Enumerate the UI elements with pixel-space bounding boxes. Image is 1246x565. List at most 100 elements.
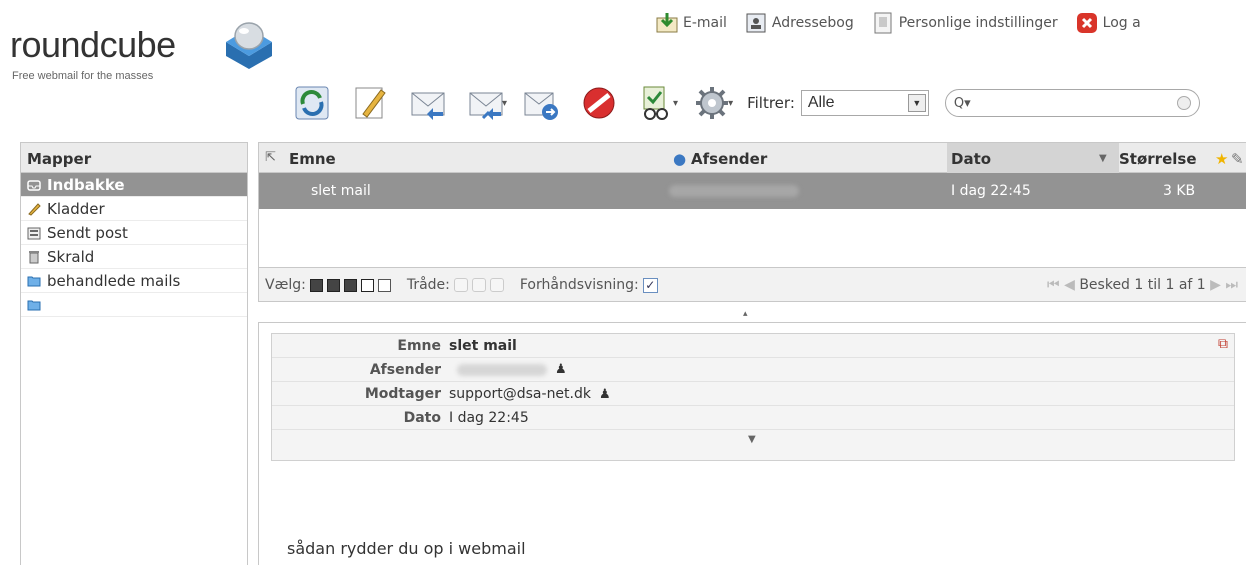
- refresh-icon: [295, 86, 329, 120]
- add-contact-icon[interactable]: ♟: [599, 387, 611, 402]
- toplink-settings[interactable]: Personlige indstillinger: [872, 12, 1058, 34]
- header-subject-value: slet mail: [449, 338, 517, 354]
- chevron-down-icon: ▼: [907, 94, 926, 112]
- attachment-icon: ✎: [1231, 150, 1244, 168]
- folders-title: Mapper: [21, 143, 247, 173]
- prev-page-icon[interactable]: ◀: [1064, 277, 1075, 293]
- toplink-logout[interactable]: Log a: [1076, 12, 1141, 34]
- col-size[interactable]: Størrelse: [1119, 150, 1197, 168]
- forward-button[interactable]: [517, 80, 565, 126]
- forward-icon: [524, 92, 559, 120]
- filter-select[interactable]: Alle ▼: [800, 90, 929, 116]
- table-row[interactable]: slet mail I dag 22:45 3 KB: [259, 173, 1246, 209]
- folder-processed[interactable]: behandlede mails: [21, 269, 247, 293]
- first-page-icon[interactable]: ⏮: [1047, 277, 1060, 293]
- inbox-icon: [27, 179, 41, 191]
- toplink-email[interactable]: E-mail: [656, 12, 727, 34]
- toplink-email-label: E-mail: [683, 15, 727, 31]
- search-input[interactable]: [976, 95, 1171, 111]
- header-from-value: ♟: [449, 362, 567, 377]
- compose-button[interactable]: [346, 80, 394, 126]
- logo-cube-icon: [226, 22, 272, 69]
- header-subject-row: Emne slet mail ⧉: [272, 334, 1234, 358]
- preview-checkbox[interactable]: ✓: [642, 277, 658, 293]
- toplink-addressbook[interactable]: Adressebog: [745, 12, 854, 34]
- open-in-new-window-icon[interactable]: ⧉: [1218, 336, 1228, 352]
- header-to-value: support@dsa-net.dk ♟: [449, 386, 611, 402]
- top-navigation: E-mail Adressebog Personlige indstilling…: [656, 12, 1141, 34]
- thread-collapse-icon[interactable]: [453, 278, 468, 292]
- mark-icon: [643, 86, 669, 120]
- folder-trash[interactable]: Skrald: [21, 245, 247, 269]
- header-expand-row: ▼: [272, 430, 1234, 454]
- folder-unnamed[interactable]: [21, 293, 247, 317]
- folder-sent-label: Sendt post: [47, 223, 128, 242]
- pager: ⏮ ◀ Besked 1 til 1 af 1 ▶ ⏭: [1047, 277, 1238, 293]
- col-date[interactable]: Dato: [951, 150, 991, 168]
- thread-toggle-icon[interactable]: ⇱: [265, 150, 276, 165]
- addressbook-icon: [746, 13, 766, 33]
- delete-icon: [583, 87, 615, 119]
- pencil-icon: [28, 202, 41, 216]
- folder-drafts[interactable]: Kladder: [21, 197, 247, 221]
- reply-all-icon: [469, 92, 503, 120]
- header-date-value: I dag 22:45: [449, 410, 529, 426]
- select-unread-icon[interactable]: [343, 278, 357, 292]
- message-list: ⇱ Emne ● Afsender Dato ▼ Størrelse ★ ✎ s…: [258, 142, 1246, 302]
- more-dropdown-icon[interactable]: ▾: [728, 98, 733, 109]
- header-from-label: Afsender: [369, 362, 441, 378]
- col-sender[interactable]: Afsender: [691, 150, 767, 168]
- refresh-button[interactable]: [288, 80, 336, 126]
- filter-label: Filtrer:: [747, 94, 795, 112]
- search-box[interactable]: Q▾: [944, 89, 1200, 117]
- folder-icon: [27, 300, 41, 310]
- next-page-icon[interactable]: ▶: [1210, 277, 1221, 293]
- select-invert-icon[interactable]: [360, 278, 374, 292]
- search-icon[interactable]: Q▾: [954, 96, 971, 111]
- last-page-icon[interactable]: ⏭: [1225, 277, 1238, 293]
- reply-button[interactable]: [404, 80, 452, 126]
- row-size: 3 KB: [1163, 183, 1196, 199]
- message-headers: Emne slet mail ⧉ Afsender ♟ Modtager sup…: [271, 333, 1235, 461]
- folder-trash-label: Skrald: [47, 247, 95, 266]
- sender-redacted: [457, 363, 547, 376]
- clear-search-icon[interactable]: [1176, 96, 1191, 110]
- toplink-logout-label: Log a: [1102, 15, 1141, 31]
- threads-label: Tråde:: [406, 277, 450, 293]
- sent-icon: [27, 227, 41, 239]
- mail-download-icon: [656, 13, 678, 33]
- thread-expand-icon[interactable]: [471, 278, 486, 292]
- select-all-icon[interactable]: [309, 278, 323, 292]
- logout-icon: [1076, 13, 1097, 33]
- select-label: Vælg:: [265, 277, 306, 293]
- thread-expand-unread-icon[interactable]: [489, 278, 504, 292]
- folder-drafts-label: Kladder: [47, 199, 105, 218]
- compose-icon: [355, 87, 386, 119]
- preview-label: Forhåndsvisning:: [519, 277, 639, 293]
- col-subject[interactable]: Emne: [289, 150, 336, 168]
- message-toolbar: ▾ ▾ ▾ Filtrer: Alle ▼ Q▾: [288, 80, 1200, 126]
- reply-all-dropdown-icon[interactable]: ▾: [502, 98, 507, 109]
- folder-icon: [27, 276, 41, 286]
- mark-dropdown-icon[interactable]: ▾: [673, 98, 678, 109]
- header-from-row: Afsender ♟: [272, 358, 1234, 382]
- select-none-icon[interactable]: [377, 278, 391, 292]
- folder-pane: Mapper Indbakke Kladder Sendt post Skral…: [20, 142, 248, 565]
- unread-dot-icon: ●: [673, 150, 687, 168]
- delete-button[interactable]: [575, 80, 623, 126]
- message-list-header: ⇱ Emne ● Afsender Dato ▼ Størrelse ★ ✎: [259, 143, 1246, 173]
- folder-inbox[interactable]: Indbakke: [21, 173, 247, 197]
- toplink-settings-label: Personlige indstillinger: [898, 15, 1058, 31]
- row-date: I dag 22:45: [951, 183, 1031, 199]
- splitter-handle-icon[interactable]: ▴: [743, 309, 748, 319]
- flag-star-icon: ★: [1215, 150, 1229, 168]
- sort-desc-icon: ▼: [1099, 153, 1107, 164]
- expand-headers-icon[interactable]: ▼: [748, 434, 756, 445]
- add-contact-icon[interactable]: ♟: [555, 362, 567, 377]
- select-page-icon[interactable]: [326, 278, 340, 292]
- folder-sent[interactable]: Sendt post: [21, 221, 247, 245]
- header-subject-label: Emne: [397, 338, 441, 354]
- filter-value: Alle: [807, 94, 835, 111]
- selection-controls: Vælg: Tråde: Forhåndsvisning: ✓: [265, 277, 658, 293]
- recipient-value[interactable]: support@dsa-net.dk: [449, 386, 591, 402]
